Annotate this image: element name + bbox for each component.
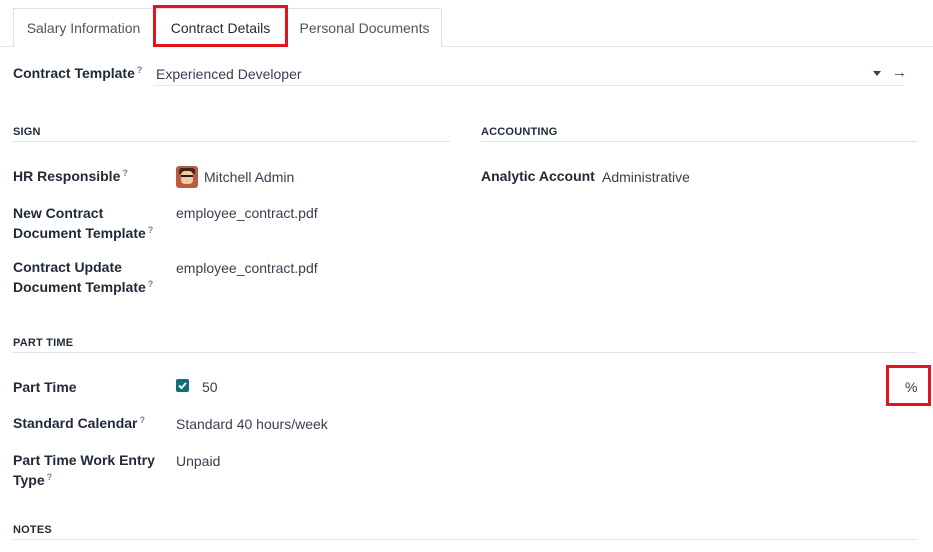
standard-calendar-label: Standard Calendar? [13, 415, 145, 431]
analytic-account-value[interactable]: Administrative [602, 167, 690, 187]
chevron-down-icon[interactable] [873, 71, 881, 76]
form-tabs: Salary Information Contract Details Pers… [0, 0, 933, 47]
part-time-section-title: PART TIME [13, 337, 74, 349]
new-contract-template-label: New Contract Document Template? [13, 205, 154, 241]
tab-personal-documents[interactable]: Personal Documents [287, 8, 442, 47]
hr-responsible-value[interactable]: Mitchell Admin [204, 167, 294, 187]
new-contract-template-value[interactable]: employee_contract.pdf [176, 203, 318, 223]
part-time-percentage-value[interactable]: 50 [202, 377, 218, 397]
contract-update-template-value[interactable]: employee_contract.pdf [176, 258, 318, 278]
contract-template-label: Contract Template? [13, 65, 143, 81]
hr-responsible-label: HR Responsible? [13, 168, 128, 184]
accounting-section-title: ACCOUNTING [481, 126, 558, 138]
standard-calendar-value[interactable]: Standard 40 hours/week [176, 414, 328, 434]
notes-section-divider [13, 539, 917, 540]
percent-unit: % [905, 379, 918, 395]
contract-template-value[interactable]: Experienced Developer [156, 64, 302, 84]
part-time-checkbox[interactable] [176, 379, 189, 392]
accounting-section-divider [481, 141, 917, 142]
tab-salary-information[interactable]: Salary Information [13, 8, 154, 47]
avatar [176, 166, 198, 188]
sign-section-title: SIGN [13, 126, 41, 138]
part-time-work-entry-type-value[interactable]: Unpaid [176, 451, 220, 471]
help-icon[interactable]: ? [47, 472, 53, 482]
internal-link-arrow-icon[interactable]: → [892, 64, 907, 82]
help-icon[interactable]: ? [148, 225, 154, 235]
tab-contract-details[interactable]: Contract Details [154, 8, 287, 47]
part-time-label: Part Time [13, 379, 77, 395]
part-time-section-divider [13, 352, 917, 353]
analytic-account-label: Analytic Account [481, 168, 595, 184]
help-icon[interactable]: ? [122, 168, 128, 178]
help-icon[interactable]: ? [148, 279, 154, 289]
contract-update-template-label: Contract Update Document Template? [13, 259, 154, 295]
check-icon [178, 382, 187, 390]
notes-section-title: NOTES [13, 524, 52, 536]
help-icon[interactable]: ? [137, 65, 143, 75]
help-icon[interactable]: ? [139, 415, 145, 425]
sign-section-divider [13, 141, 450, 142]
part-time-work-entry-type-label: Part Time Work Entry Type? [13, 452, 155, 488]
